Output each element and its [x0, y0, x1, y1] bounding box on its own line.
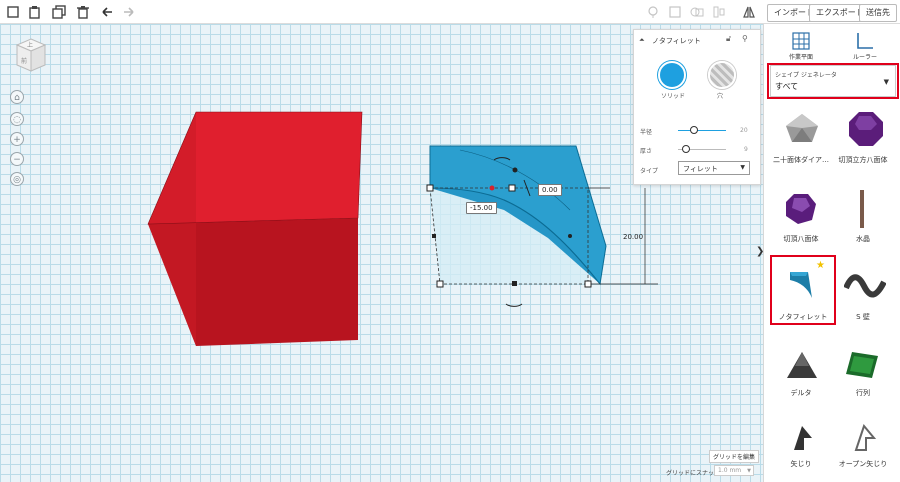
open-arrowhead-icon[interactable] — [850, 423, 878, 456]
radius-slider[interactable] — [678, 130, 726, 131]
crystal-icon[interactable] — [857, 188, 867, 232]
shape-inspector: ⏶ ノタフィレット 🔓︎ ⚲ ソリッド 穴 半径 20 厚さ 9 タイプ フィレ… — [633, 29, 761, 185]
view-cube-top-label: 上 — [27, 42, 34, 49]
duplicate-icon[interactable] — [50, 3, 68, 21]
thickness-label: 厚さ — [640, 148, 653, 155]
fillet-shape-icon[interactable] — [786, 268, 816, 304]
chevron-down-icon: ▼ — [747, 468, 751, 474]
note-icon[interactable] — [666, 3, 684, 21]
red-box-shape[interactable] — [140, 106, 370, 366]
view-cube-front-label: 前 — [21, 58, 28, 65]
paste-icon[interactable] — [26, 3, 44, 21]
radius-label: 半径 — [640, 129, 653, 136]
shape-label: 切頂立方八面体 — [838, 156, 888, 164]
zoom-in-icon[interactable]: + — [10, 132, 24, 146]
star-icon[interactable]: ★ — [816, 260, 825, 271]
view-cube[interactable]: 上 前 — [15, 38, 47, 72]
snap-grid-select[interactable]: 1.0 mm ▼ — [714, 465, 754, 476]
hole-label: 穴 — [717, 93, 724, 100]
fit-view-icon[interactable]: ◌ — [10, 112, 24, 126]
matrix-icon[interactable] — [844, 350, 880, 382]
s-wall-icon[interactable] — [843, 272, 887, 300]
icosahedron-diamond-icon[interactable] — [784, 112, 820, 148]
light-bulb-icon[interactable] — [644, 3, 662, 21]
arrowhead-icon[interactable] — [788, 424, 816, 456]
lock-icon[interactable]: 🔓︎ — [726, 34, 731, 44]
truncated-octahedron-icon[interactable] — [784, 192, 818, 228]
shape-label: 二十面体ダイア… — [773, 156, 829, 164]
radius-slider-handle[interactable] — [690, 126, 698, 134]
shape-library-panel: 作業平面 ルーラー シェイプ ジェネレータ すべて ▼ 二十面体ダイア… 切頂立… — [763, 24, 900, 482]
shape-label: S 壁 — [856, 313, 870, 321]
snap-grid-label: グリッドにスナップ — [666, 470, 721, 477]
zoom-out-icon[interactable]: − — [10, 152, 24, 166]
home-view-icon[interactable]: ⌂ — [10, 90, 24, 104]
panel-toggle-icon[interactable]: ❯ — [756, 246, 763, 257]
trash-icon[interactable] — [74, 3, 92, 21]
thickness-slider-handle[interactable] — [682, 145, 690, 153]
delta-icon[interactable] — [785, 350, 819, 384]
hole-option[interactable] — [708, 61, 736, 89]
shape-label: オープン矢じり — [838, 460, 888, 468]
thickness-value[interactable]: 9 — [744, 146, 748, 153]
shape-label: 行列 — [856, 389, 870, 397]
inspector-title: ノタフィレット — [652, 37, 701, 45]
shape-label: 切頂八面体 — [783, 235, 819, 243]
align-icon[interactable] — [710, 3, 728, 21]
ruler-label: ルーラー — [852, 54, 877, 61]
offset-dimension-input[interactable]: 0.00 — [538, 184, 562, 196]
radius-value[interactable]: 20 — [740, 127, 748, 134]
group-icon[interactable] — [688, 3, 706, 21]
type-select-value: フィレット — [683, 165, 718, 173]
truncated-cuboctahedron-icon[interactable] — [847, 110, 885, 150]
send-to-button[interactable]: 送信先 — [859, 4, 897, 22]
chevron-down-icon: ▼ — [740, 164, 745, 171]
solid-option[interactable] — [658, 61, 686, 89]
snap-grid-value: 1.0 mm — [718, 467, 742, 474]
undo-icon[interactable] — [98, 3, 116, 21]
redo-icon[interactable] — [120, 3, 138, 21]
workplane-canvas[interactable]: 上 前 ⌂ ◌ + − ◎ -15.00 0.00 20.00 ⏶ ノタフィレッ… — [0, 24, 763, 482]
shape-label: ノタフィレット — [778, 313, 828, 321]
shape-label: デルタ — [790, 389, 812, 397]
edit-grid-button[interactable]: グリッドを編集 — [709, 450, 760, 463]
category-highlight — [767, 63, 899, 99]
ruler-icon[interactable] — [856, 32, 874, 52]
height-dimension-input[interactable]: 20.00 — [620, 232, 646, 242]
perspective-icon[interactable]: ◎ — [10, 172, 24, 186]
workplane-label: 作業平面 — [788, 54, 813, 61]
light-bulb-icon[interactable]: ⚲ — [742, 34, 748, 43]
type-label: タイプ — [640, 168, 659, 175]
type-select[interactable]: フィレット ▼ — [678, 161, 750, 175]
new-shape-icon[interactable] — [4, 3, 22, 21]
solid-label: ソリッド — [661, 93, 686, 100]
top-toolbar: インポート エクスポート 送信先 — [0, 0, 900, 24]
shape-label: 水晶 — [856, 235, 870, 243]
shape-label: 矢じり — [790, 460, 812, 468]
width-dimension-input[interactable]: -15.00 — [466, 202, 497, 214]
workplane-icon[interactable] — [792, 32, 810, 52]
collapse-icon[interactable]: ⏶ — [639, 36, 645, 45]
mirror-icon[interactable] — [740, 3, 758, 21]
